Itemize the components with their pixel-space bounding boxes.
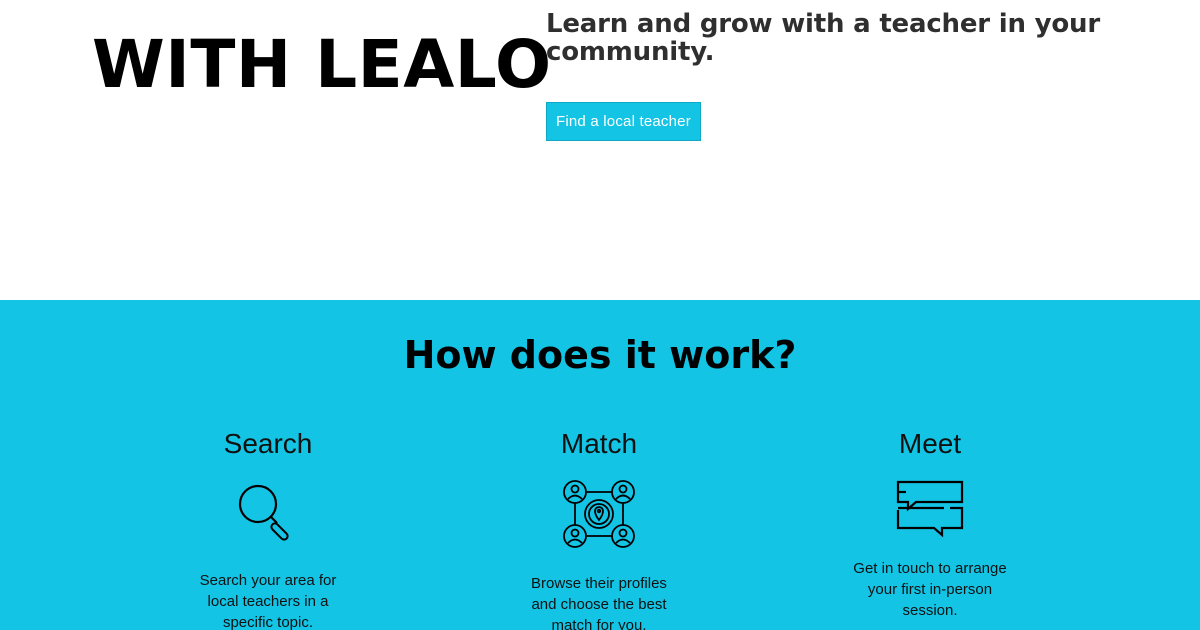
step-meet: Meet Get in touch to arrange your first … bbox=[810, 428, 1050, 621]
how-it-works-title: How does it work? bbox=[403, 333, 797, 377]
step-description: Search your area for local teachers in a… bbox=[199, 572, 337, 630]
hero-section: WITH LEALO Learn and grow with a teacher… bbox=[0, 0, 1200, 300]
hero-right: Learn and grow with a teacher in your co… bbox=[546, 10, 1106, 141]
step-title: Search bbox=[223, 428, 313, 459]
hero-heading: Learn and grow with a teacher in your co… bbox=[546, 9, 1100, 67]
network-people-icon bbox=[563, 480, 635, 548]
find-teacher-button[interactable]: Find a local teacher bbox=[546, 102, 701, 141]
step-title: Meet bbox=[898, 428, 962, 459]
step-title: Match bbox=[560, 428, 638, 459]
step-description: Get in touch to arrange your first in-pe… bbox=[853, 560, 1007, 619]
hero-left: WITH LEALO bbox=[92, 26, 552, 104]
step-match: Match Browse their profiles and choose t… bbox=[479, 428, 719, 630]
brand-title: WITH LEALO bbox=[92, 26, 552, 103]
how-it-works-section: How does it work? Search Search your are… bbox=[0, 300, 1200, 630]
magnifier-icon bbox=[238, 484, 289, 541]
chat-bubbles-icon bbox=[896, 480, 964, 538]
step-description: Browse their profiles and choose the bes… bbox=[531, 575, 667, 630]
step-search: Search Search your area for local teache… bbox=[148, 428, 388, 630]
